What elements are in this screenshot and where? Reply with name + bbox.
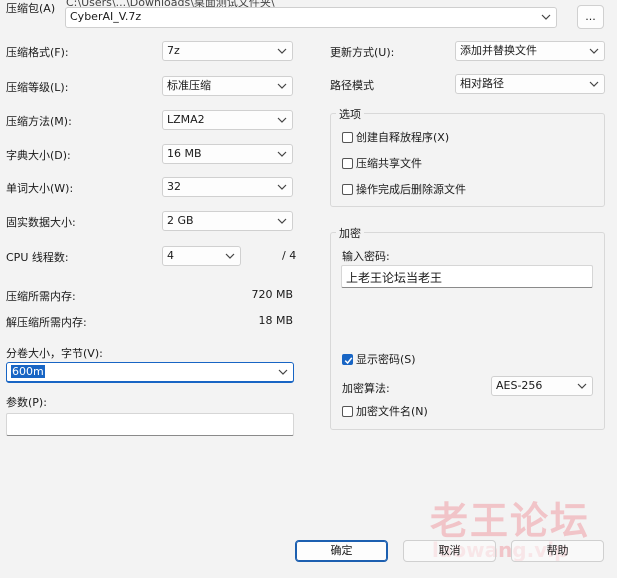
threads-value: 4 [167,249,174,262]
threads-label: CPU 线程数: [6,251,69,264]
chevron-down-icon [577,377,587,395]
chevron-down-icon [277,212,287,230]
chevron-down-icon [277,145,287,163]
ok-button[interactable]: 确定 [295,540,388,562]
archive-label: 压缩包(A) [6,2,56,15]
solid-combo[interactable]: 2 GB [162,211,293,231]
encrypt-names-checkbox[interactable]: 加密文件名(N) [342,405,428,419]
volume-label: 分卷大小，字节(V): [6,347,103,360]
chevron-down-icon [589,42,599,60]
checkbox-box [342,158,353,169]
word-combo[interactable]: 32 [162,177,293,197]
solid-label: 固实数据大小: [6,216,76,229]
threads-max: / 4 [282,249,297,262]
checkbox-box [342,406,353,417]
password-label: 输入密码: [342,250,390,263]
password-value: 上老王论坛当老王 [346,271,443,285]
threads-combo[interactable]: 4 [162,246,241,266]
mem-compress-label: 压缩所需内存: [6,290,76,303]
update-mode-value: 添加并替换文件 [460,44,537,57]
encryption-method-label: 加密算法: [342,382,390,395]
chevron-down-icon [277,111,287,129]
method-label: 压缩方法(M): [6,115,72,128]
dict-value: 16 MB [167,147,202,160]
level-label: 压缩等级(L): [6,81,69,94]
chevron-down-icon [225,247,235,265]
checkbox-checked [342,354,353,365]
path-mode-label: 路径模式 [330,79,374,92]
method-combo[interactable]: LZMA2 [162,110,293,130]
checkbox-box [342,184,353,195]
cancel-button[interactable]: 取消 [403,540,496,562]
params-input[interactable] [6,413,294,436]
show-password-checkbox[interactable]: 显示密码(S) [342,353,416,367]
format-label: 压缩格式(F): [6,46,69,59]
encryption-method-value: AES-256 [496,379,543,392]
mem-decompress-label: 解压缩所需内存: [6,316,87,329]
archive-name-combo[interactable]: CyberAI_V.7z [65,7,557,28]
delete-after-label: 操作完成后删除源文件 [356,183,466,196]
params-label: 参数(P): [6,396,47,409]
watermark-logo: 老王论坛 [430,498,591,543]
chevron-down-icon [541,8,551,26]
sfx-checkbox-label: 创建自释放程序(X) [356,131,450,144]
help-button[interactable]: 帮助 [511,540,604,562]
shared-files-label: 压缩共享文件 [356,157,422,170]
word-label: 单词大小(W): [6,182,74,195]
show-password-label: 显示密码(S) [356,353,416,366]
update-mode-combo[interactable]: 添加并替换文件 [455,41,605,61]
sfx-checkbox[interactable]: 创建自释放程序(X) [342,131,449,145]
level-value: 标准压缩 [167,79,211,92]
chevron-down-icon [277,77,287,95]
password-input[interactable]: 上老王论坛当老王 [341,265,593,288]
level-combo[interactable]: 标准压缩 [162,76,293,96]
delete-after-checkbox[interactable]: 操作完成后删除源文件 [342,183,466,197]
shared-files-checkbox[interactable]: 压缩共享文件 [342,157,422,171]
format-combo[interactable]: 7z [162,41,293,61]
encrypt-names-label: 加密文件名(N) [356,405,428,418]
chevron-down-icon [589,75,599,93]
dict-combo[interactable]: 16 MB [162,144,293,164]
browse-button[interactable]: ... [577,5,604,29]
encryption-group-title: 加密 [336,225,364,241]
mem-decompress-value: 18 MB [258,314,293,327]
chevron-down-icon [277,178,287,196]
dict-label: 字典大小(D): [6,149,71,162]
archive-name-value: CyberAI_V.7z [70,10,142,23]
mem-compress-value: 720 MB [251,288,293,301]
chevron-down-icon [278,363,288,381]
checkbox-box [342,132,353,143]
format-value: 7z [167,44,180,57]
volume-combo[interactable]: 600m [6,362,294,383]
update-mode-label: 更新方式(U): [330,46,395,59]
chevron-down-icon [277,42,287,60]
word-value: 32 [167,180,181,193]
volume-value: 600m [11,365,45,378]
path-mode-combo[interactable]: 相对路径 [455,74,605,94]
encryption-method-combo[interactable]: AES-256 [491,376,593,396]
method-value: LZMA2 [167,113,205,126]
solid-value: 2 GB [167,214,194,227]
options-group-title: 选项 [336,106,364,122]
path-mode-value: 相对路径 [460,77,504,90]
